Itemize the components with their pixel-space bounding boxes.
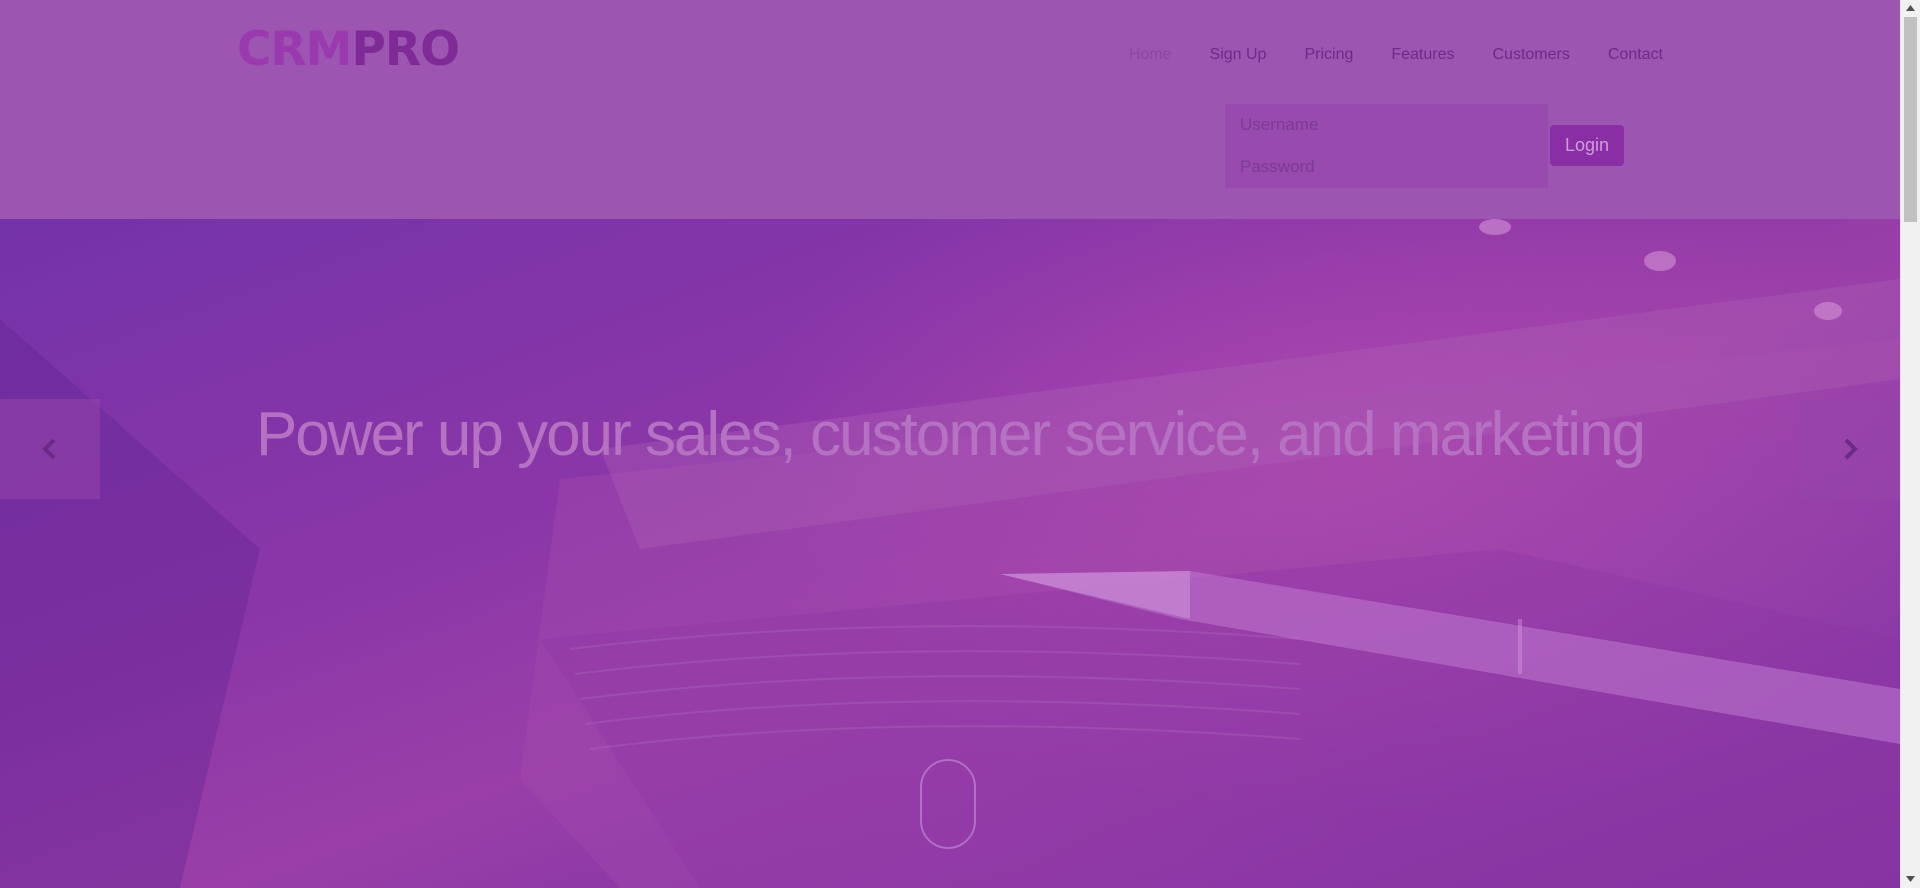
carousel-next-button[interactable] [1800,399,1900,499]
site-header: CRMPRO Home Sign Up Pricing Features Cus… [0,0,1900,219]
nav-pricing[interactable]: Pricing [1304,44,1353,66]
carousel-prev-button[interactable] [0,399,100,499]
logo[interactable]: CRMPRO [237,20,460,80]
triangle-down-icon [1906,876,1915,882]
login-button[interactable]: Login [1550,125,1624,166]
chevron-right-icon [1844,438,1858,460]
chevron-left-icon [42,438,56,460]
scroll-down-button[interactable] [1901,871,1920,888]
page: CRMPRO Home Sign Up Pricing Features Cus… [0,0,1920,888]
nav-home[interactable]: Home [1129,44,1172,66]
main-nav: Home Sign Up Pricing Features Customers … [1091,44,1663,66]
scroll-down-mouse-icon[interactable] [920,759,976,849]
nav-features[interactable]: Features [1391,44,1454,66]
nav-sign-up[interactable]: Sign Up [1210,44,1267,66]
nav-contact[interactable]: Contact [1608,44,1663,66]
nav-customers[interactable]: Customers [1493,44,1570,66]
username-field[interactable] [1225,104,1548,146]
password-field[interactable] [1225,146,1548,188]
scroll-up-button[interactable] [1901,0,1920,17]
scrollbar-thumb[interactable] [1904,17,1917,222]
logo-text-pro: PRO [351,22,460,77]
triangle-up-icon [1906,5,1915,11]
hero-headline: Power up your sales, customer service, a… [255,400,1646,469]
hero-carousel: Power up your sales, customer service, a… [0,219,1900,888]
logo-text-crm: CRM [237,22,352,77]
vertical-scrollbar[interactable] [1900,0,1920,888]
